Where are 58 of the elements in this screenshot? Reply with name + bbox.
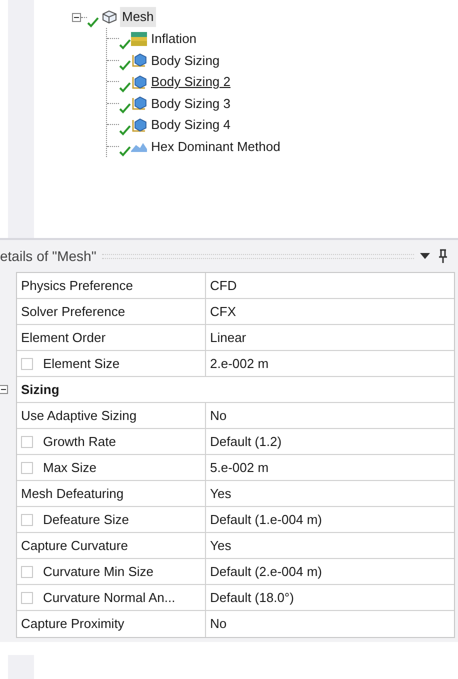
checkbox[interactable] — [21, 514, 33, 526]
pin-icon[interactable] — [438, 249, 448, 263]
property-name: Curvature Normal An... — [43, 588, 176, 607]
property-name: Mesh Defeaturing — [21, 484, 124, 503]
property-value[interactable]: CFD — [210, 276, 237, 296]
tree-item[interactable]: Mesh — [120, 7, 156, 27]
cube-icon — [131, 53, 147, 68]
property-value[interactable]: No — [210, 406, 227, 426]
cube-icon — [131, 74, 147, 89]
collapse-toggle[interactable] — [0, 385, 8, 394]
property-value[interactable]: 5.e-002 m — [210, 458, 269, 478]
tree-item[interactable]: Body Sizing 3 — [151, 94, 230, 113]
tree-item[interactable]: Hex Dominant Method — [151, 136, 280, 156]
check-icon — [119, 38, 131, 50]
property-name: Max Size — [43, 458, 96, 477]
cube-icon — [131, 118, 147, 132]
group-header: Sizing — [21, 380, 60, 399]
property-value[interactable]: CFX — [210, 302, 236, 322]
property-name: Solver Preference — [21, 302, 126, 321]
layers-icon — [131, 32, 147, 46]
checkbox[interactable] — [21, 566, 33, 578]
check-icon — [119, 59, 131, 71]
property-value[interactable]: Default (1.e-004 m) — [210, 510, 322, 530]
property-value[interactable]: Default (2.e-004 m) — [210, 562, 322, 582]
property-value[interactable]: 2.e-002 m — [210, 354, 269, 374]
tree-item[interactable]: Body Sizing — [151, 50, 220, 70]
property-value[interactable]: Yes — [210, 484, 232, 504]
tree-item[interactable]: Inflation — [151, 29, 197, 48]
property-value[interactable]: Linear — [210, 328, 246, 348]
mesh-icon — [100, 10, 118, 24]
panel-title: etails of "Mesh" — [0, 246, 96, 266]
property-name: Element Size — [43, 354, 120, 373]
check-icon — [119, 102, 131, 114]
property-name: Growth Rate — [43, 432, 116, 451]
dropdown-icon[interactable] — [420, 252, 430, 260]
property-value[interactable]: No — [210, 614, 227, 634]
check-icon — [87, 16, 99, 28]
property-name: Capture Curvature — [21, 536, 128, 555]
property-name: Capture Proximity — [21, 615, 124, 634]
property-name: Defeature Size — [43, 510, 129, 529]
tree-item[interactable]: Body Sizing 2 — [151, 72, 230, 92]
collapse-toggle[interactable] — [72, 12, 81, 22]
checkbox[interactable] — [21, 436, 33, 448]
property-name: Element Order — [21, 328, 106, 347]
cube-icon — [131, 96, 147, 110]
checkbox[interactable] — [21, 462, 33, 474]
property-name: Use Adaptive Sizing — [21, 406, 137, 425]
tree-item[interactable]: Body Sizing 4 — [151, 115, 230, 134]
property-name: Curvature Min Size — [43, 562, 154, 581]
property-value[interactable]: Default (1.2) — [210, 432, 282, 452]
checkbox[interactable] — [21, 592, 33, 604]
checkbox[interactable] — [21, 358, 33, 370]
property-name: Physics Preference — [21, 276, 133, 295]
check-icon — [119, 80, 131, 92]
check-icon — [119, 145, 131, 157]
check-icon — [119, 124, 131, 136]
property-value[interactable]: Yes — [210, 536, 232, 556]
property-value[interactable]: Default (18.0°) — [210, 588, 294, 608]
